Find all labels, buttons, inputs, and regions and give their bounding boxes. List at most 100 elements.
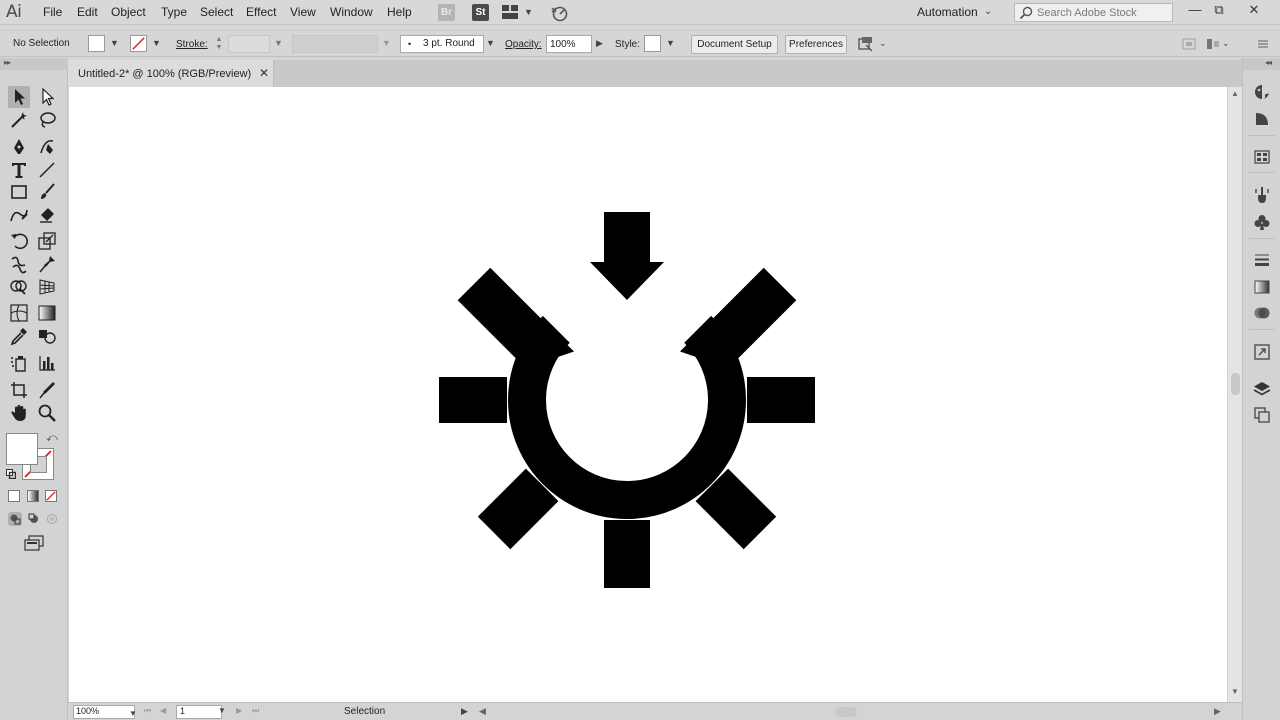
vertical-scrollbar[interactable]: ▲ ▼ <box>1227 87 1242 702</box>
isolate-icon[interactable] <box>1182 38 1196 50</box>
close-tab-icon[interactable]: ✕ <box>259 66 269 80</box>
pen-tool-icon[interactable] <box>8 136 30 158</box>
rotate-tool-icon[interactable] <box>8 230 30 252</box>
chevron-down-icon[interactable]: ⌄ <box>879 38 887 49</box>
draw-behind-icon[interactable] <box>27 512 41 526</box>
slice-tool-icon[interactable] <box>36 379 58 401</box>
down-arrow[interactable] <box>590 212 664 300</box>
gradient-tool-icon[interactable] <box>36 302 58 324</box>
chevron-down-icon[interactable]: ⌄ <box>984 6 992 17</box>
menu-edit[interactable]: Edit <box>77 5 98 19</box>
variable-width-profile[interactable] <box>292 35 378 53</box>
artboard-canvas[interactable] <box>69 87 1227 702</box>
chevron-down-icon[interactable]: ▼ <box>152 38 161 48</box>
symbols-panel-icon[interactable] <box>1253 213 1271 231</box>
collapse-icon[interactable]: ▸▸ <box>4 58 11 67</box>
fill-color-box[interactable] <box>6 433 38 465</box>
chevron-down-icon[interactable]: ▼ <box>486 38 495 48</box>
tools-panel-header[interactable]: ▸▸ <box>0 58 68 70</box>
first-artboard-icon[interactable]: ⏮ <box>144 706 151 716</box>
stock-button[interactable]: St <box>472 4 489 21</box>
scroll-right-icon[interactable]: ▶ <box>1214 706 1221 717</box>
menu-view[interactable]: View <box>290 5 316 19</box>
chevron-down-icon[interactable]: ▼ <box>129 709 137 718</box>
stock-search-box[interactable] <box>1014 3 1173 22</box>
perspective-grid-tool-icon[interactable] <box>36 276 58 298</box>
artboards-panel-icon[interactable] <box>1253 406 1271 424</box>
transparency-panel-icon[interactable] <box>1253 304 1271 322</box>
bridge-button[interactable]: Br <box>438 4 455 21</box>
current-tool-status[interactable]: Selection <box>344 706 385 717</box>
color-guide-icon[interactable] <box>1253 110 1271 128</box>
magic-wand-tool-icon[interactable] <box>8 109 30 131</box>
document-setup-button[interactable]: Document Setup <box>691 35 778 54</box>
vertical-scroll-thumb[interactable] <box>1231 373 1240 395</box>
gear-arm-upper-right[interactable] <box>680 267 797 368</box>
selection-tool-icon[interactable] <box>8 86 30 108</box>
color-mode-icon[interactable] <box>8 490 20 502</box>
preferences-button[interactable]: Preferences <box>785 35 847 54</box>
align-options-icon[interactable] <box>858 36 874 52</box>
chevron-down-icon[interactable]: ▼ <box>110 38 119 48</box>
blend-tool-icon[interactable] <box>36 325 58 347</box>
chevron-down-icon[interactable]: ▼ <box>218 706 226 715</box>
scroll-left-icon[interactable]: ◀ <box>479 706 486 717</box>
chevron-down-icon[interactable]: ⌄ <box>1222 38 1230 49</box>
chevron-down-icon[interactable]: ▼ <box>274 38 283 48</box>
fill-swatch[interactable] <box>88 35 105 52</box>
gear-tooth-left[interactable] <box>439 377 507 423</box>
none-mode-icon[interactable] <box>45 490 57 502</box>
graphic-style-swatch[interactable] <box>644 35 661 52</box>
gpu-performance-icon[interactable] <box>550 4 568 22</box>
gear-arm-upper-left[interactable] <box>457 267 574 368</box>
menu-select[interactable]: Select <box>200 5 233 19</box>
restore-button[interactable]: ⧉ <box>1204 1 1234 21</box>
last-artboard-icon[interactable]: ⏭ <box>252 706 259 716</box>
shape-builder-tool-icon[interactable] <box>8 276 30 298</box>
default-fill-stroke-icon[interactable] <box>6 469 16 479</box>
chevron-down-icon[interactable]: ▼ <box>382 38 391 48</box>
hand-tool-icon[interactable] <box>8 402 30 424</box>
gradient-panel-icon[interactable] <box>1253 278 1271 296</box>
brush-definition[interactable]: • 3 pt. Round <box>400 35 484 53</box>
horizontal-scroll-thumb[interactable] <box>835 707 857 717</box>
zoom-tool-icon[interactable] <box>36 402 58 424</box>
workspace-switcher[interactable]: Automation <box>917 5 978 19</box>
close-window-button[interactable]: ✕ <box>1239 1 1269 21</box>
rectangle-tool-icon[interactable] <box>8 181 30 203</box>
stroke-swatch-none-icon[interactable] <box>130 35 147 52</box>
menu-help[interactable]: Help <box>387 5 412 19</box>
gear-tooth-bottom[interactable] <box>604 520 650 588</box>
change-screen-mode-icon[interactable] <box>24 535 44 551</box>
line-segment-tool-icon[interactable] <box>36 159 58 181</box>
next-artboard-icon[interactable]: ▶ <box>236 706 242 715</box>
swap-fill-stroke-icon[interactable]: ⤺ <box>46 432 58 445</box>
scroll-up-icon[interactable]: ▲ <box>1231 89 1239 98</box>
eyedropper-tool-icon[interactable] <box>8 325 30 347</box>
eraser-tool-icon[interactable] <box>36 204 58 226</box>
draw-normal-icon[interactable] <box>8 512 22 526</box>
scale-tool-icon[interactable] <box>36 230 58 252</box>
color-panel-icon[interactable] <box>1253 83 1271 101</box>
panel-menu-icon[interactable] <box>1256 38 1270 50</box>
opacity-field[interactable] <box>546 35 592 53</box>
stroke-weight-field[interactable] <box>228 35 270 53</box>
chevron-down-icon[interactable]: ▼ <box>666 38 675 48</box>
brushes-panel-icon[interactable] <box>1253 186 1271 204</box>
asset-export-icon[interactable] <box>1253 343 1271 361</box>
document-tab[interactable]: Untitled-2* @ 100% (RGB/Preview) ✕ <box>68 60 274 87</box>
column-graph-tool-icon[interactable] <box>36 352 58 374</box>
arrange-documents-icon[interactable] <box>502 5 518 19</box>
menu-effect[interactable]: Effect <box>246 5 276 19</box>
mesh-tool-icon[interactable] <box>8 302 30 324</box>
expand-panels-icon[interactable]: ◂◂ <box>1265 58 1272 67</box>
scroll-down-icon[interactable]: ▼ <box>1231 687 1239 696</box>
paintbrush-tool-icon[interactable] <box>36 181 58 203</box>
status-menu-arrow-icon[interactable]: ▶ <box>461 706 468 717</box>
layers-panel-icon[interactable] <box>1253 380 1271 398</box>
puppet-warp-tool-icon[interactable] <box>36 253 58 275</box>
gradient-mode-icon[interactable] <box>27 490 39 502</box>
search-input[interactable] <box>1037 6 1169 20</box>
curvature-tool-icon[interactable] <box>36 136 58 158</box>
warp-tool-icon[interactable] <box>8 253 30 275</box>
